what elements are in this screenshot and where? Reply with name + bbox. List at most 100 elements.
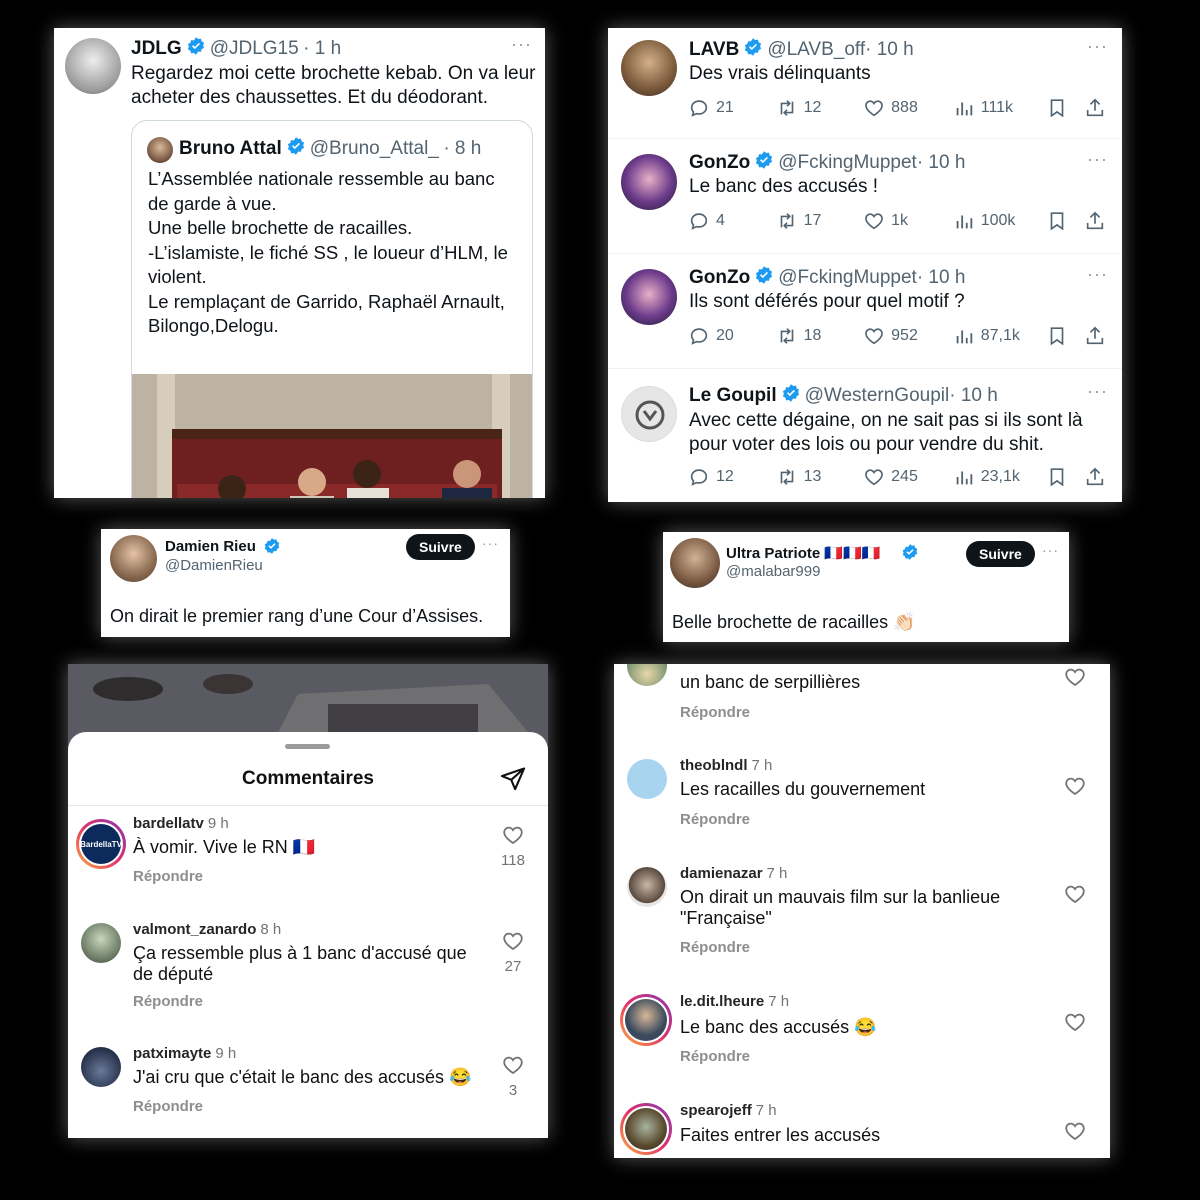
author-name[interactable]: Le Goupil xyxy=(689,385,777,406)
quote-photo[interactable] xyxy=(132,374,532,498)
send-icon[interactable] xyxy=(499,765,527,798)
author-handle[interactable]: @WesternGoupil xyxy=(805,385,950,406)
views-button[interactable]: 100k xyxy=(953,210,1047,232)
comment-user[interactable]: bardellatv 9 h xyxy=(133,815,229,832)
avatar[interactable] xyxy=(627,759,667,799)
share-button[interactable] xyxy=(1084,97,1108,119)
reply-button[interactable]: 20 xyxy=(688,325,776,347)
reply-link[interactable]: Répondre xyxy=(133,993,203,1010)
author-name[interactable]: Ultra Patriote 🇫🇷🇫🇷🇫🇷 xyxy=(726,544,880,562)
bookmark-button[interactable] xyxy=(1046,210,1084,232)
retweet-button[interactable]: 18 xyxy=(776,325,864,347)
avatar[interactable] xyxy=(621,40,677,96)
username[interactable]: le.dit.lheure xyxy=(680,993,764,1010)
share-button[interactable] xyxy=(1084,466,1108,488)
reply-tweet[interactable]: LAVB @LAVB_off· 10 h ··· Des vrais délinq… xyxy=(608,28,1122,138)
more-options-icon[interactable]: ··· xyxy=(1087,36,1108,57)
bookmark-button[interactable] xyxy=(1046,97,1084,119)
username[interactable]: bardellatv xyxy=(133,815,204,832)
heart-icon[interactable] xyxy=(501,823,525,847)
reply-link[interactable]: Répondre xyxy=(680,811,750,828)
bookmark-button[interactable] xyxy=(1046,325,1084,347)
share-icon xyxy=(1086,211,1104,230)
author-handle[interactable]: @FckingMuppet xyxy=(778,152,917,173)
heart-icon[interactable] xyxy=(501,1053,525,1077)
avatar[interactable] xyxy=(81,923,121,963)
author-handle[interactable]: @JDLG15 xyxy=(210,38,299,59)
username[interactable]: damienazar xyxy=(680,865,763,882)
retweet-button[interactable]: 12 xyxy=(776,97,864,119)
author-handle[interactable]: @DamienRieu xyxy=(165,557,263,574)
like-button[interactable]: 1k xyxy=(863,210,953,232)
author-name[interactable]: GonZo xyxy=(689,152,750,173)
author-name[interactable]: GonZo xyxy=(689,267,750,288)
avatar[interactable] xyxy=(620,1103,672,1155)
more-options-icon[interactable]: ··· xyxy=(1087,264,1108,285)
views-button[interactable]: 111k xyxy=(953,97,1047,119)
reply-link[interactable]: Répondre xyxy=(680,704,750,721)
author-name[interactable]: Damien Rieu xyxy=(165,538,256,555)
avatar[interactable] xyxy=(620,994,672,1046)
avatar[interactable] xyxy=(627,664,667,686)
heart-icon[interactable] xyxy=(501,929,525,953)
comment-user[interactable]: theoblndl 7 h xyxy=(680,757,772,774)
avatar[interactable] xyxy=(627,867,667,907)
author-name[interactable]: JDLG xyxy=(131,38,182,59)
reply-link[interactable]: Répondre xyxy=(680,1048,750,1065)
author-name[interactable]: LAVB xyxy=(689,39,739,60)
comment-user[interactable]: le.dit.lheure 7 h xyxy=(680,993,789,1010)
views-button[interactable]: 87,1k xyxy=(953,325,1047,347)
views-button[interactable]: 23,1k xyxy=(953,466,1047,488)
heart-icon[interactable] xyxy=(1063,1119,1087,1143)
comment-user[interactable]: valmont_zanardo 8 h xyxy=(133,921,281,938)
username[interactable]: valmont_zanardo xyxy=(133,921,256,938)
like-button[interactable]: 245 xyxy=(863,466,953,488)
follow-button[interactable]: Suivre xyxy=(406,534,475,560)
reply-link[interactable]: Répondre xyxy=(133,868,203,885)
bookmark-button[interactable] xyxy=(1046,466,1084,488)
reply-tweet[interactable]: GonZo @FckingMuppet· 10 h ··· Le banc des… xyxy=(608,141,1122,253)
share-button[interactable] xyxy=(1084,210,1108,232)
heart-icon[interactable] xyxy=(1063,665,1087,689)
drag-handle[interactable] xyxy=(285,744,330,749)
share-button[interactable] xyxy=(1084,325,1108,347)
reply-tweet[interactable]: Le Goupil @WesternGoupil· 10 h ··· Avec c… xyxy=(608,371,1122,502)
more-options-icon[interactable]: ··· xyxy=(511,34,532,55)
heart-icon[interactable] xyxy=(1063,882,1087,906)
reply-button[interactable]: 4 xyxy=(688,210,776,232)
author-handle[interactable]: @LAVB_off xyxy=(767,39,865,60)
comment-user[interactable]: patximayte 9 h xyxy=(133,1045,236,1062)
like-button[interactable]: 952 xyxy=(863,325,953,347)
quoted-tweet[interactable]: Bruno Attal @Bruno_Attal_ · 8 h L’Assembl… xyxy=(131,120,533,498)
author-handle[interactable]: @FckingMuppet xyxy=(778,267,917,288)
more-options-icon[interactable]: ··· xyxy=(1087,149,1108,170)
comment-user[interactable]: damienazar 7 h xyxy=(680,865,787,882)
avatar[interactable] xyxy=(621,386,677,442)
avatar[interactable] xyxy=(621,154,677,210)
avatar[interactable] xyxy=(110,535,157,582)
username[interactable]: patximayte xyxy=(133,1045,211,1062)
avatar[interactable] xyxy=(670,538,720,588)
heart-icon[interactable] xyxy=(1063,1010,1087,1034)
more-options-icon[interactable]: ··· xyxy=(1087,381,1108,402)
reply-button[interactable]: 12 xyxy=(688,466,776,488)
more-options-icon[interactable]: ··· xyxy=(482,535,499,551)
more-options-icon[interactable]: ··· xyxy=(1042,542,1059,558)
reply-link[interactable]: Répondre xyxy=(680,939,750,956)
like-button[interactable]: 888 xyxy=(863,97,953,119)
reply-tweet[interactable]: GonZo @FckingMuppet· 10 h ··· Ils sont dé… xyxy=(608,256,1122,368)
avatar[interactable] xyxy=(621,269,677,325)
retweet-button[interactable]: 13 xyxy=(776,466,864,488)
retweet-button[interactable]: 17 xyxy=(776,210,864,232)
avatar[interactable]: BardellaTV xyxy=(76,819,126,869)
avatar[interactable] xyxy=(65,38,121,94)
username[interactable]: theoblndl xyxy=(680,757,748,774)
reply-button[interactable]: 21 xyxy=(688,97,776,119)
author-handle[interactable]: @malabar999 xyxy=(726,563,820,580)
follow-button[interactable]: Suivre xyxy=(966,541,1035,567)
username[interactable]: spearojeff xyxy=(680,1102,752,1119)
avatar[interactable] xyxy=(81,1047,121,1087)
reply-link[interactable]: Répondre xyxy=(133,1098,203,1115)
comment-user[interactable]: spearojeff 7 h xyxy=(680,1102,777,1119)
heart-icon[interactable] xyxy=(1063,774,1087,798)
